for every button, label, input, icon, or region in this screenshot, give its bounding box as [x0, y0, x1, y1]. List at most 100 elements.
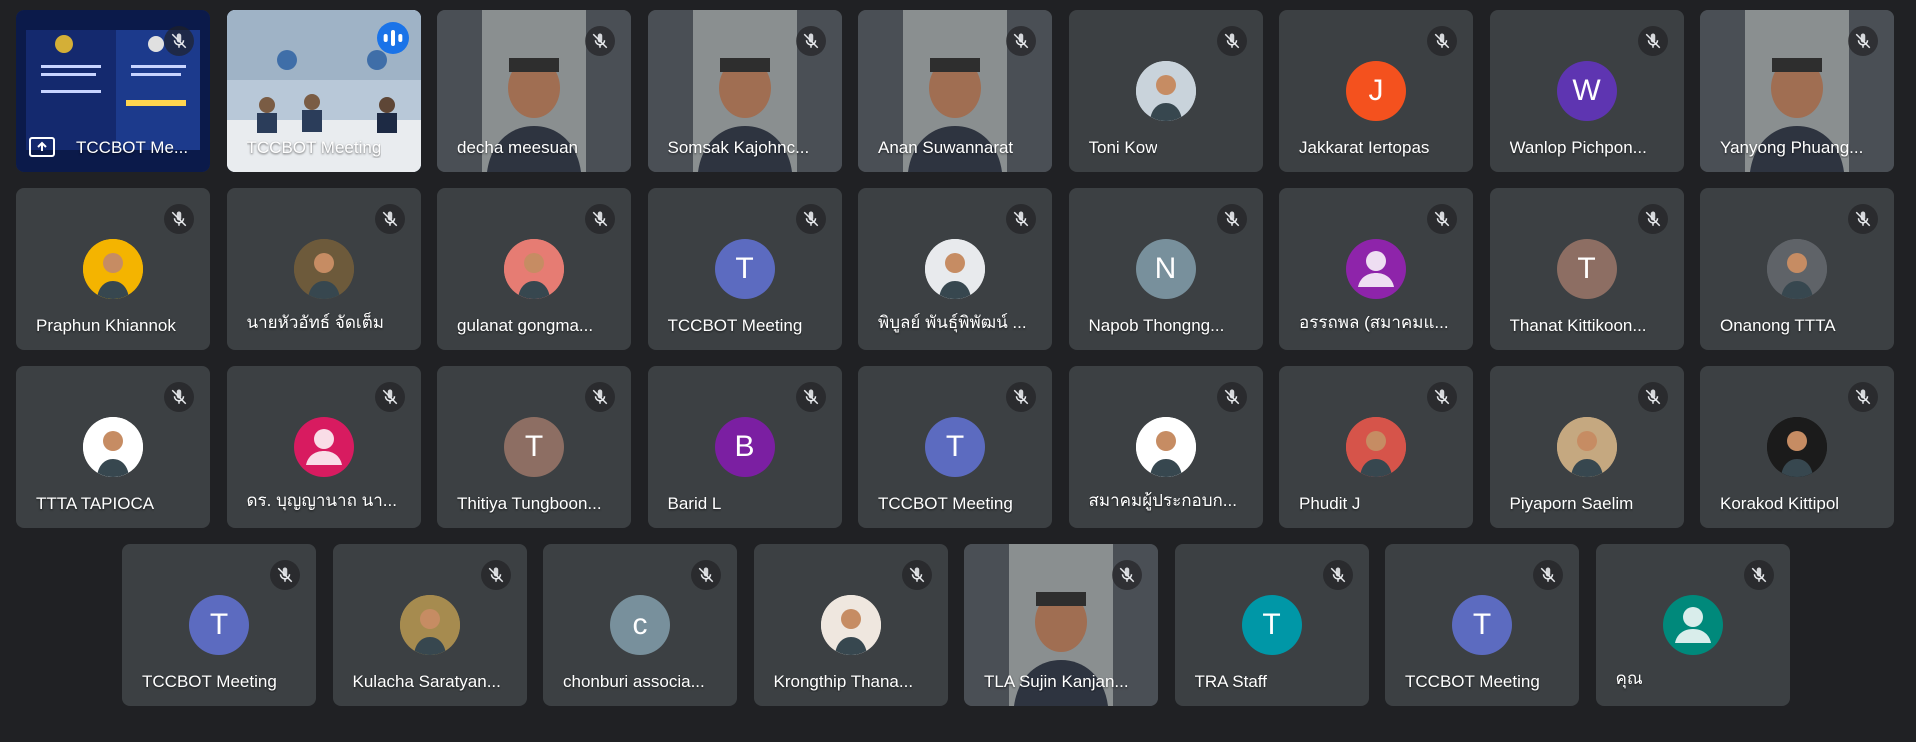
participant-tile[interactable]: ดร. บุญญานาถ นา...: [226, 366, 421, 528]
mic-off-icon: [1848, 26, 1878, 56]
participant-tile[interactable]: Piyaporn Saelim: [1489, 366, 1684, 528]
grid-row-2: Praphun Khiannok นายหัวอัทธ์ จัดเต็ม gulan…: [16, 188, 1911, 350]
mic-off-icon: [480, 560, 511, 590]
participant-tile[interactable]: T Thanat Kittikoon...: [1489, 188, 1684, 350]
participant-tile[interactable]: gulanat gongma...: [437, 188, 631, 350]
participant-tile[interactable]: สมาคมผู้ประกอบก...: [1068, 366, 1263, 528]
mic-off-icon: [585, 26, 615, 56]
participant-tile[interactable]: Somsak Kajohnc...: [647, 10, 842, 172]
avatar-initial: T: [714, 239, 775, 299]
avatar-initial: T: [504, 417, 564, 477]
participant-name: TCCBOT Me...: [76, 138, 189, 157]
participant-name: Jakkarat Iertopas: [1299, 138, 1430, 157]
avatar-initial: T: [189, 595, 249, 655]
participant-name: นายหัวอัทธ์ จัดเต็ม: [246, 313, 384, 332]
participant-name: TCCBOT Meeting: [667, 316, 803, 335]
participant-tile[interactable]: W Wanlop Pichpon...: [1489, 10, 1684, 172]
mic-off-icon: [901, 560, 932, 590]
participant-tile[interactable]: อรรถพล (สมาคมแ...: [1279, 188, 1473, 350]
participant-name: TRA Staff: [1194, 672, 1267, 691]
mic-off-icon: [1322, 560, 1353, 590]
mic-off-icon: [164, 26, 194, 56]
mic-off-icon: [795, 204, 826, 234]
participant-tile[interactable]: T TRA Staff: [1174, 544, 1369, 706]
participant-tile[interactable]: TTTA TAPIOCA: [16, 366, 210, 528]
avatar: [1556, 417, 1617, 477]
participant-tile[interactable]: พิบูลย์ พันธุ์พิพัฒน์ ...: [858, 188, 1052, 350]
participant-tile[interactable]: TCCBOT Meeting: [226, 10, 421, 172]
participant-name: TLA Sujin Kanjan...: [984, 672, 1129, 691]
mic-off-icon: [164, 382, 194, 412]
participant-tile[interactable]: Korakod Kittipol: [1700, 366, 1894, 528]
mic-off-icon: [1006, 26, 1036, 56]
avatar: [820, 595, 881, 655]
participant-tile[interactable]: Yanyong Phuang...: [1700, 10, 1894, 172]
mic-off-icon: [1848, 204, 1878, 234]
participant-name: chonburi associa...: [563, 672, 705, 691]
avatar-initial: B: [714, 417, 775, 477]
participant-name: TCCBOT Meeting: [246, 138, 382, 157]
mic-off-icon: [1427, 26, 1457, 56]
grid-row-1: TCCBOT Me... TCCBOT Meeting decha meesuan S…: [16, 10, 1911, 172]
avatar: [1135, 61, 1196, 121]
participant-tile[interactable]: T TCCBOT Meeting: [858, 366, 1052, 528]
presenting-icon: [28, 136, 56, 158]
participant-name: Barid L: [667, 494, 722, 513]
participant-name: Piyaporn Saelim: [1509, 494, 1634, 513]
mic-off-icon: [1216, 26, 1247, 56]
avatar: [83, 239, 143, 299]
participant-name: Wanlop Pichpon...: [1509, 138, 1647, 157]
participant-name: Phudit J: [1299, 494, 1361, 513]
avatar: [1135, 417, 1196, 477]
participant-tile[interactable]: c chonburi associa...: [543, 544, 737, 706]
participant-tile[interactable]: Toni Kow: [1068, 10, 1263, 172]
participant-tile[interactable]: decha meesuan: [437, 10, 631, 172]
speaking-indicator-icon: [376, 22, 409, 54]
mic-off-icon: [164, 204, 194, 234]
avatar: [1767, 417, 1827, 477]
participant-tile[interactable]: Krongthip Thana...: [753, 544, 948, 706]
mic-off-icon: [1006, 382, 1036, 412]
avatar-initial: J: [1346, 61, 1406, 121]
participant-tile[interactable]: Anan Suwannarat: [858, 10, 1052, 172]
participant-name: TTTA TAPIOCA: [36, 494, 155, 513]
participant-grid: TCCBOT Me... TCCBOT Meeting decha meesuan S…: [0, 0, 1916, 742]
mic-off-icon: [1533, 560, 1563, 590]
participant-tile[interactable]: N Napob Thongng...: [1068, 188, 1263, 350]
participant-tile[interactable]: Onanong TTTA: [1700, 188, 1894, 350]
participant-tile[interactable]: T TCCBOT Meeting: [122, 544, 316, 706]
default-person-icon: [1346, 239, 1406, 299]
participant-tile[interactable]: Praphun Khiannok: [16, 188, 210, 350]
mic-off-icon: [374, 204, 405, 234]
participant-tile[interactable]: T Thitiya Tungboon...: [437, 366, 631, 528]
mic-off-icon: [1216, 204, 1247, 234]
participant-tile[interactable]: Phudit J: [1279, 366, 1473, 528]
participant-tile[interactable]: J Jakkarat Iertopas: [1279, 10, 1473, 172]
participant-tile[interactable]: T TCCBOT Meeting: [647, 188, 842, 350]
participant-name: TCCBOT Meeting: [142, 672, 277, 691]
grid-row-4: T TCCBOT Meeting Kulacha Saratyan... c chonb…: [122, 544, 1806, 706]
participant-name: อรรถพล (สมาคมแ...: [1299, 313, 1449, 332]
participant-tile[interactable]: Kulacha Saratyan...: [332, 544, 527, 706]
participant-name: TCCBOT Meeting: [1405, 672, 1540, 691]
participant-name: Praphun Khiannok: [36, 316, 176, 335]
participant-tile[interactable]: T TCCBOT Meeting: [1385, 544, 1579, 706]
participant-name: TCCBOT Meeting: [878, 494, 1013, 513]
participant-tile[interactable]: คุณ: [1595, 544, 1790, 706]
participant-tile[interactable]: TLA Sujin Kanjan...: [964, 544, 1158, 706]
mic-off-icon: [1427, 382, 1457, 412]
participant-tile[interactable]: นายหัวอัทธ์ จัดเต็ม: [226, 188, 421, 350]
participant-name: Somsak Kajohnc...: [667, 138, 810, 157]
participant-name: Napob Thongng...: [1088, 316, 1225, 335]
avatar-initial: c: [610, 595, 670, 655]
participant-name: decha meesuan: [457, 138, 578, 157]
avatar: [1346, 417, 1406, 477]
participant-name: Korakod Kittipol: [1720, 494, 1840, 513]
participant-name: gulanat gongma...: [457, 316, 594, 335]
participant-tile[interactable]: B Barid L: [647, 366, 842, 528]
participant-tile[interactable]: TCCBOT Me...: [16, 10, 210, 172]
avatar-initial: T: [1241, 595, 1302, 655]
avatar: [504, 239, 564, 299]
mic-off-icon: [795, 382, 826, 412]
avatar-initial: T: [925, 417, 985, 477]
